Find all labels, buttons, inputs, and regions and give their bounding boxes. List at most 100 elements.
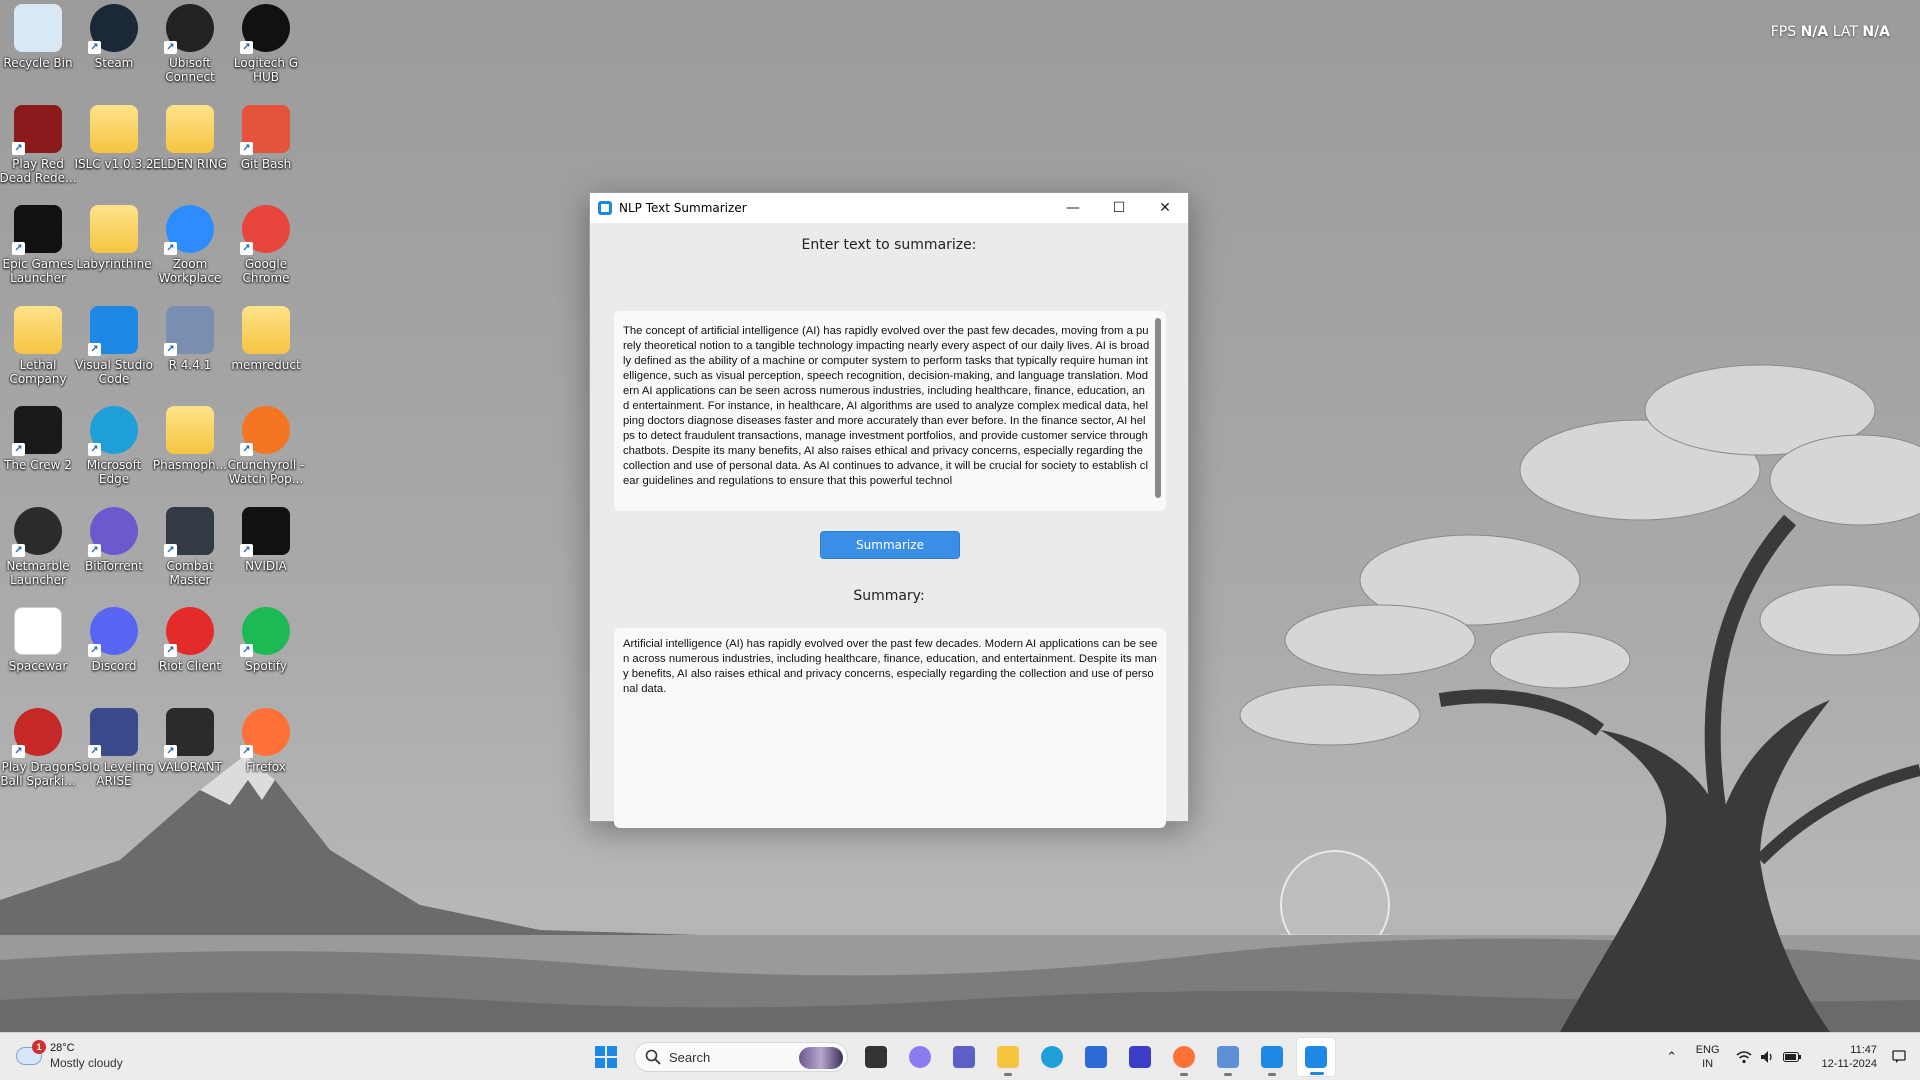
shortcut-arrow-icon: ↗ <box>88 41 101 54</box>
desktop-icon-label: Spacewar <box>8 659 68 673</box>
desktop-icon[interactable]: ↗ Zoom Workplace <box>152 205 228 301</box>
taskbar-app-button[interactable] <box>944 1037 984 1077</box>
desktop-icon[interactable]: Recycle Bin <box>0 4 76 100</box>
taskbar-app-button[interactable] <box>1296 1037 1336 1077</box>
input-scrollbar[interactable] <box>1155 318 1161 498</box>
desktop-icon[interactable]: ↗ Microsoft Edge <box>76 406 152 502</box>
desktop-icon-label: Microsoft Edge <box>86 458 142 486</box>
weather-widget[interactable]: 1 28°C Mostly cloudy <box>16 1040 123 1071</box>
summarizer-window: NLP Text Summarizer — ☐ ✕ Enter text to … <box>589 192 1189 828</box>
summary-label: Summary: <box>853 588 925 604</box>
desktop-icon[interactable]: memreduct <box>228 305 304 402</box>
nvidia-icon: ↗ <box>240 506 290 557</box>
desktop-icon[interactable]: ↗ R 4.4.1 <box>152 305 228 402</box>
taskbar-app-button[interactable] <box>1032 1037 1072 1077</box>
taskbar-search[interactable]: Search <box>634 1042 848 1072</box>
desktop-icon-label: Labyrinthine <box>76 257 152 271</box>
desktop-icon-label: Spotify <box>245 659 287 673</box>
input-textbox[interactable]: The concept of artificial intelligence (… <box>614 311 1166 511</box>
taskbar: 1 28°C Mostly cloudy Search ⌃ ENG IN 11:… <box>0 1032 1920 1080</box>
desktop-icon[interactable]: ↗ Riot Client <box>152 607 228 703</box>
logitech-icon: ↗ <box>240 4 290 54</box>
shortcut-arrow-icon: ↗ <box>240 744 253 758</box>
region-code: IN <box>1702 1058 1714 1070</box>
notification-bell-icon[interactable] <box>1890 1048 1908 1066</box>
shortcut-arrow-icon: ↗ <box>164 41 177 54</box>
volume-icon[interactable] <box>1759 1048 1777 1066</box>
desktop-icon[interactable]: ↗ Combat Master <box>152 506 228 603</box>
desktop-icon[interactable]: Lethal Company <box>0 305 76 402</box>
vscode-icon <box>1261 1046 1283 1068</box>
title-bar[interactable]: NLP Text Summarizer — ☐ ✕ <box>590 193 1188 223</box>
search-icon <box>645 1049 661 1065</box>
minimize-button[interactable]: — <box>1050 193 1096 223</box>
desktop-icon[interactable]: ↗ Git Bash <box>228 104 304 201</box>
summary-textbox[interactable]: Artificial intelligence (AI) has rapidly… <box>614 628 1166 828</box>
windows-icon <box>595 1046 617 1068</box>
desktop-icon[interactable]: ↗ BitTorrent <box>76 506 152 603</box>
copilot-icon <box>909 1046 931 1068</box>
taskbar-app-button[interactable] <box>1252 1037 1292 1077</box>
desktop-icon[interactable]: ↗ The Crew 2 <box>0 406 76 502</box>
desktop-icon[interactable]: ↗ Crunchyroll - Watch Pop... <box>228 406 304 502</box>
desktop-icon[interactable]: ↗ Play Dragon Ball Sparki... <box>0 707 76 804</box>
shortcut-arrow-icon: ↗ <box>164 242 177 255</box>
search-highlight-image <box>799 1047 843 1069</box>
start-button[interactable] <box>586 1037 626 1077</box>
desktop-icon[interactable]: Phasmoph... <box>152 406 228 502</box>
desktop-icon[interactable]: Labyrinthine <box>76 205 152 301</box>
taskbar-app-button[interactable] <box>1120 1037 1160 1077</box>
cloud-icon: 1 <box>16 1040 46 1065</box>
desktop-icon[interactable]: ↗ Logitech G HUB <box>228 4 304 100</box>
desktop-icon[interactable]: Spacewar <box>0 607 76 703</box>
battery-icon[interactable] <box>1782 1048 1801 1066</box>
desktop-icon-label: Steam <box>94 56 134 70</box>
taskbar-app-button[interactable] <box>900 1037 940 1077</box>
shortcut-arrow-icon: ↗ <box>88 342 101 356</box>
git-bash-icon: ↗ <box>240 104 290 155</box>
desktop-icon[interactable]: ↗ Visual Studio Code <box>75 305 153 402</box>
desktop-icon[interactable]: ↗ VALORANT <box>152 707 228 804</box>
task-manager-icon <box>1217 1046 1239 1068</box>
wifi-icon[interactable] <box>1735 1048 1753 1066</box>
desktop-icon-label: NVIDIA <box>245 558 287 573</box>
desktop-icon[interactable]: ↗ Spotify <box>228 607 304 703</box>
desktop-icon[interactable]: ↗ NVIDIA <box>228 506 304 603</box>
desktop-icon-label: Riot Client <box>158 659 222 673</box>
summarize-button[interactable]: Summarize <box>820 531 960 559</box>
edge-icon <box>1041 1046 1063 1068</box>
desktop-icon[interactable]: ↗ Ubisoft Connect <box>152 4 228 100</box>
desktop-icon-label: Logitech G HUB <box>233 56 299 84</box>
desktop-icon-label: Combat Master <box>166 558 214 587</box>
system-tray: ⌃ ENG IN 11:47 12-11-2024 <box>1660 1033 1920 1080</box>
taskbar-app-button[interactable] <box>1208 1037 1248 1077</box>
taskbar-app-button[interactable] <box>1076 1037 1116 1077</box>
desktop-icon[interactable]: ↗ Discord <box>76 607 152 703</box>
desktop-icon[interactable]: ISLC v1.0.3.2 <box>74 104 154 201</box>
chevron-up-icon[interactable]: ⌃ <box>1663 1048 1681 1066</box>
desktop-icon[interactable]: ↗ Google Chrome <box>228 205 304 301</box>
clock[interactable]: 11:47 12-11-2024 <box>1822 1043 1877 1071</box>
desktop-icon[interactable]: ↗ Firefox <box>228 707 304 804</box>
desktop-icon[interactable]: ↗ Steam <box>76 4 152 100</box>
folder-icon <box>90 104 138 153</box>
desktop-icon[interactable]: ELDEN RING <box>152 104 228 201</box>
desktop-icon[interactable]: ↗ Solo Leveling ARISE <box>74 707 154 804</box>
taskbar-app-button[interactable] <box>856 1037 896 1077</box>
taskbar-app-button[interactable] <box>988 1037 1028 1077</box>
weather-temperature: 28°C <box>50 1042 75 1054</box>
desktop-icon[interactable]: ↗ Play Red Dead Rede... <box>0 104 77 201</box>
desktop-icon-label: Play Red Dead Rede... <box>0 156 77 185</box>
firefox-icon: ↗ <box>240 707 290 758</box>
taskbar-app-button[interactable] <box>1164 1037 1204 1077</box>
language-indicator[interactable]: ENG IN <box>1696 1043 1720 1071</box>
maximize-button[interactable]: ☐ <box>1096 193 1142 223</box>
solo-leveling-icon: ↗ <box>88 707 138 758</box>
desktop-icon[interactable]: ↗ Netmarble Launcher <box>0 506 76 603</box>
desktop-icon[interactable]: ↗ Epic Games Launcher <box>0 205 76 301</box>
fps-overlay: FPS N/A LAT N/A <box>1771 24 1890 40</box>
shortcut-arrow-icon: ↗ <box>12 443 25 456</box>
folder-icon <box>90 205 138 253</box>
desktop-icon-label: Solo Leveling ARISE <box>74 759 154 788</box>
close-button[interactable]: ✕ <box>1142 193 1188 223</box>
